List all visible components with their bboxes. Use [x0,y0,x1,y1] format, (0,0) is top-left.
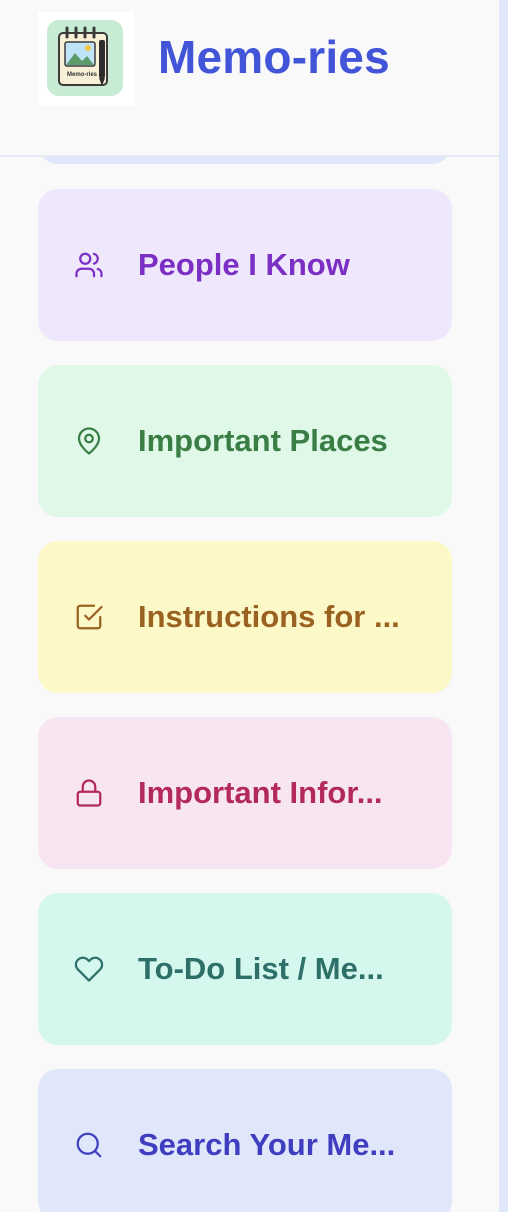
checkbox-icon [74,602,104,632]
app-title: Memo-ries [158,31,390,83]
sidebar-item-label: People I Know [138,247,350,282]
sidebar-item-label: Search Your Me... [138,1127,396,1162]
sidebar-item-places[interactable]: Important Places [38,365,452,517]
sidebar-item-label: To-Do List / Me... [138,951,384,986]
logo-tile: Memo-ries [47,20,123,96]
sidebar-item-people[interactable]: People I Know [38,189,452,341]
map-pin-icon [74,426,104,456]
svg-text:Memo-ries: Memo-ries [67,72,98,78]
app-logo[interactable]: Memo-ries [38,12,134,106]
main-content-edge [499,0,508,1212]
sidebar-item-label: Important Places [138,423,388,458]
sidebar-item-instructions[interactable]: Instructions for ... [38,541,452,693]
sidebar-item-label: Important Infor... [138,775,383,810]
users-icon [74,250,104,280]
search-icon [74,1130,104,1160]
sidebar-item-todo[interactable]: To-Do List / Me... [38,893,452,1045]
sidebar: Memo-ries Memo-ries People I Know Import… [0,0,499,1212]
heart-icon [74,954,104,984]
sidebar-header: Memo-ries Memo-ries [0,0,499,157]
sidebar-item-label: Instructions for ... [138,599,400,634]
sidebar-item-search[interactable]: Search Your Me... [38,1069,452,1212]
sidebar-item-important-info[interactable]: Important Infor... [38,717,452,869]
lock-icon [74,778,104,808]
notebook-logo-icon: Memo-ries [58,26,108,86]
